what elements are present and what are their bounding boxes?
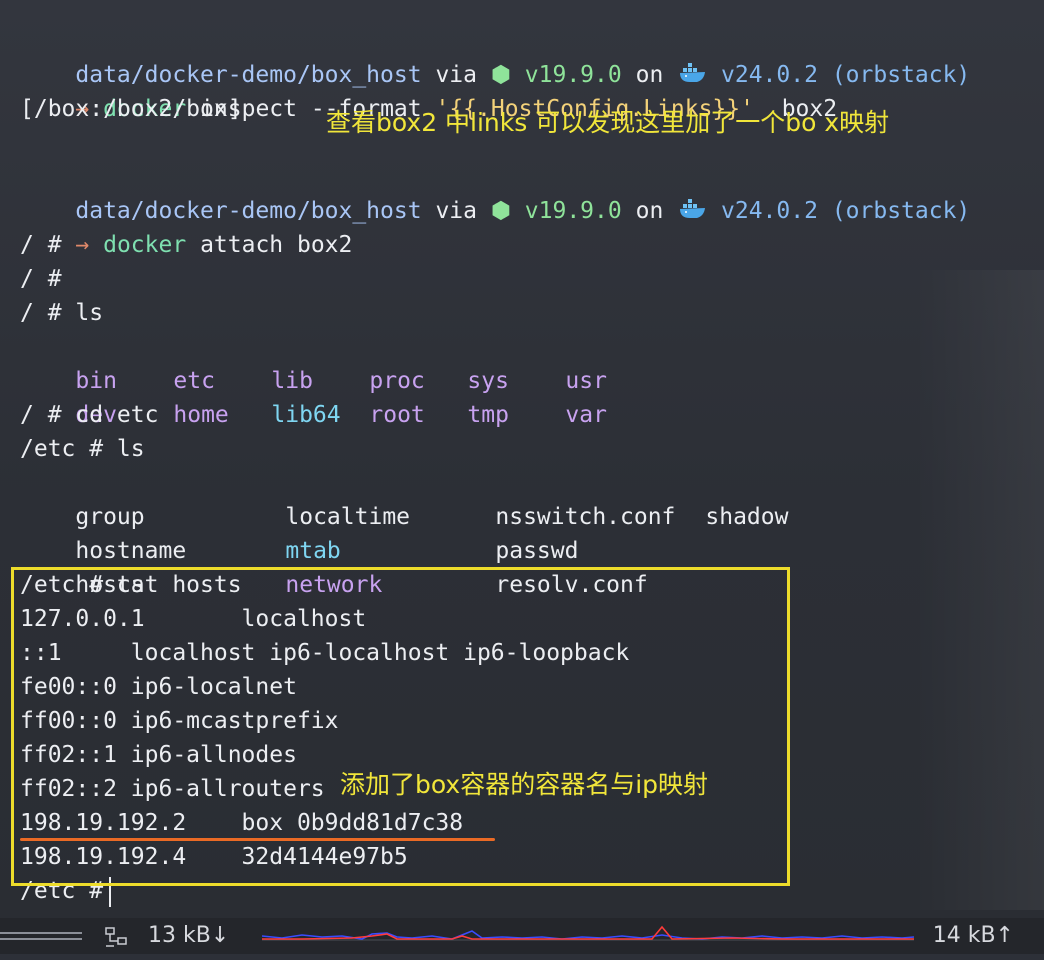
dir-entry: home [173, 402, 229, 428]
dir-entry: network [285, 572, 383, 598]
menu-lines-icon [0, 932, 82, 942]
text-cursor [109, 876, 112, 907]
hosts-line: fe00::0 ip6-localnet [20, 674, 297, 700]
etc-listing-row: hosts network resolv.conf [20, 534, 647, 598]
network-icon [104, 926, 134, 948]
prompt-line-2: data/docker-demo/box_host via ⬢ v19.9.0 … [20, 160, 970, 224]
dir-entry: var [565, 402, 607, 428]
shell-line: / # [20, 232, 62, 258]
terminal-window[interactable]: data/docker-demo/box_host via ⬢ v19.9.0 … [0, 0, 1044, 918]
prompt-via: via [435, 198, 477, 224]
hosts-line: ff02::1 ip6-allnodes [20, 742, 297, 768]
status-bar: 13 kB↓ 14 kB↑ [0, 918, 1044, 954]
etc-ls-command: /etc # ls [20, 436, 145, 462]
whale-icon [677, 198, 707, 224]
final-prompt[interactable]: /etc # [20, 874, 112, 908]
docker-context: (orbstack) [831, 62, 971, 88]
file-entry: resolv.conf [495, 572, 648, 598]
hosts-line: 198.19.192.4 32d4144e97b5 [20, 844, 408, 870]
prompt-on: on [635, 198, 664, 224]
command-line-1: → docker inspect --format '{{.HostConfig… [20, 58, 837, 122]
background-shade [914, 270, 1044, 910]
file-entry: shadow [705, 504, 789, 530]
dir-listing-row: bin etc lib proc sys usr [20, 330, 607, 394]
dir-entry: root [369, 402, 425, 428]
hosts-line: ::1 localhost ip6-localhost ip6-loopback [20, 640, 630, 666]
highlight-underline [20, 838, 495, 841]
upload-rate: 14 kB↑ [932, 923, 1014, 948]
network-graph [261, 918, 915, 954]
etc-listing-row: hostname mtab passwd [20, 500, 578, 564]
hexagon-icon: ⬢ [490, 198, 511, 224]
command-line-2: → docker attach box2 [20, 194, 352, 258]
hosts-line: ff00::0 ip6-mcastprefix [20, 708, 339, 734]
annotation-links: 查看box2 中links 可以发现这里加了一个bo x映射 [326, 108, 890, 137]
dir-entry: tmp [467, 402, 509, 428]
annotation-hosts: 添加了box容器的容器名与ip映射 [340, 770, 709, 799]
hosts-line: 127.0.0.1 localhost [20, 606, 367, 632]
ls-command: / # ls [20, 300, 104, 326]
prompt-text: /etc # [20, 878, 104, 904]
docker-context: (orbstack) [831, 198, 971, 224]
dir-entry-link: lib64 [271, 402, 341, 428]
dir-listing-row: dev home lib64 root tmp var [20, 364, 607, 428]
node-version: v19.9.0 [524, 198, 622, 224]
hosts-line-box: 198.19.192.2 box 0b9dd81d7c38 [20, 810, 464, 836]
hosts-line: ff02::2 ip6-allrouters [20, 776, 325, 802]
cat-command: /etc # cat hosts [20, 572, 242, 598]
links-output: [/box:/box2/box] [20, 96, 242, 122]
cd-command: / # cd etc [20, 402, 159, 428]
prompt-arrow: → [75, 232, 90, 258]
shell-line: / # [20, 266, 62, 292]
command-name: docker [103, 232, 187, 258]
etc-listing-row: group localtime nsswitch.conf shadow [20, 466, 788, 530]
command-args: attach box2 [200, 232, 353, 258]
docker-version: v24.0.2 [721, 198, 818, 224]
download-rate: 13 kB↓ [148, 923, 230, 948]
prompt-line-1: data/docker-demo/box_host via ⬢ v19.9.0 … [20, 24, 970, 88]
